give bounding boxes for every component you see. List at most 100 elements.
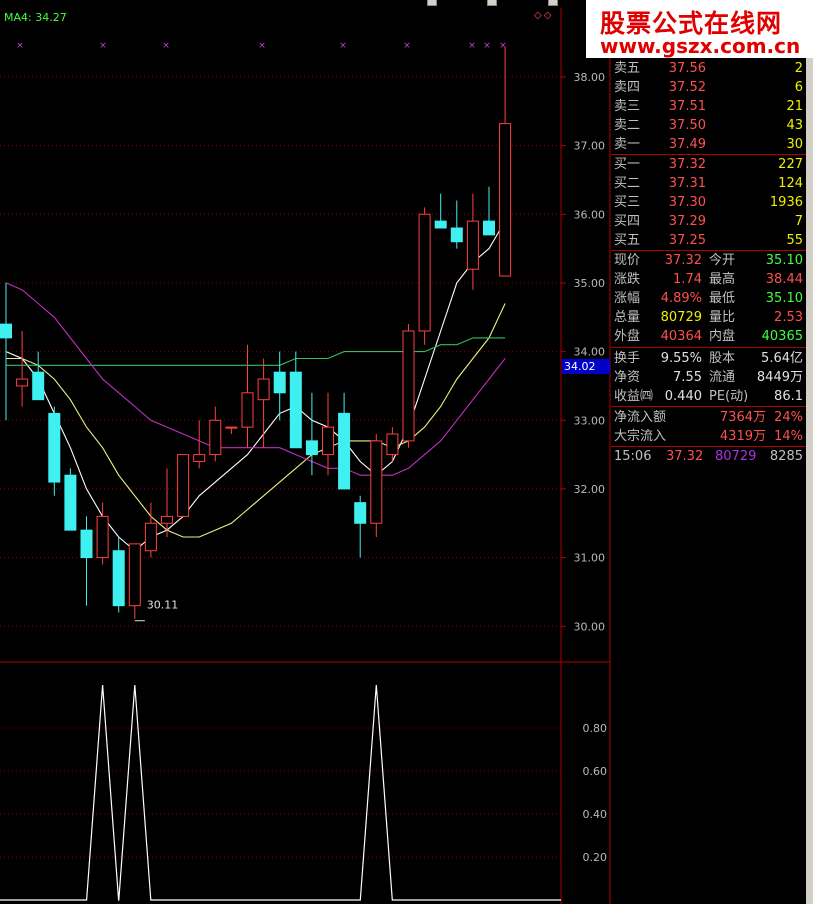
candle-body-up (128, 543, 141, 607)
stat-label: 现价 (614, 253, 641, 268)
title-bar (0, 0, 612, 8)
candle-body-up (466, 220, 479, 270)
stat-value-2: 2.53 (774, 310, 803, 325)
ask-row: 卖一 37.49 30 (611, 135, 806, 154)
right-scrollbar[interactable] (806, 58, 813, 904)
signal-marker: × (403, 41, 411, 51)
ask-price: 37.52 (668, 80, 706, 95)
fundamental-value-2: 5.64亿 (761, 351, 803, 366)
candle-body-up (322, 426, 334, 456)
toolbar-button-1[interactable] (427, 0, 437, 6)
flow-label: 大宗流入 (614, 429, 667, 444)
toolbar-button-3[interactable] (548, 0, 558, 6)
candle-body-down (434, 220, 447, 229)
bid-row: 买一 37.32 227 (611, 155, 806, 174)
ask-volume: 21 (786, 99, 803, 114)
ask-volume: 6 (794, 80, 803, 95)
flow-row: 大宗流入 4319万 14% (611, 427, 806, 446)
candle-body-up (402, 330, 415, 442)
flow-value: 7364万 (719, 410, 766, 425)
stat-label-2: 今开 (709, 253, 736, 268)
price-axis-label: 37.00 (574, 140, 606, 153)
signal-axis-label: 0.20 (583, 851, 608, 864)
toolbar-button-2[interactable] (487, 0, 497, 6)
candle-body-up (177, 454, 190, 517)
candle-body-up (499, 123, 512, 277)
bid-price: 37.32 (668, 157, 706, 172)
fundamental-row: 净资 7.55 流通 8449万 (611, 368, 806, 387)
stat-value-2: 40365 (761, 329, 803, 344)
candle-body-up (161, 515, 173, 524)
stat-value: 80729 (660, 310, 702, 325)
candle-body-down (338, 412, 351, 490)
candle-body-down (273, 371, 286, 394)
candle-body-down (354, 502, 367, 524)
price-axis-label: 36.00 (574, 208, 606, 221)
tick-row: 15:06 37.32 80729 8285 (611, 447, 806, 466)
bid-label: 买二 (614, 176, 641, 191)
flow-row: 净流入额 7364万 24% (611, 408, 806, 427)
stat-value: 40364 (660, 329, 702, 344)
bid-row: 买五 37.25 55 (611, 231, 806, 250)
fundamental-label: 收益㈣ (614, 389, 654, 404)
chart-options-icon[interactable]: ◇◇ (534, 10, 553, 21)
stat-value-2: 35.10 (765, 291, 803, 306)
stat-value: 4.89% (660, 291, 702, 306)
flow-percent: 14% (774, 429, 803, 444)
ask-price: 37.49 (668, 137, 706, 152)
bid-volume: 55 (786, 233, 803, 248)
price-axis-label: 35.00 (574, 277, 606, 290)
candle-body-down (80, 529, 93, 559)
candle-body-down (289, 371, 302, 449)
price-axis-label: 32.00 (574, 483, 606, 496)
bid-label: 买四 (614, 214, 641, 229)
bid-row: 买四 37.29 7 (611, 212, 806, 231)
bid-price: 37.31 (668, 176, 706, 191)
stat-value-2: 38.44 (765, 272, 803, 287)
signal-marker: × (499, 41, 507, 51)
bid-price: 37.30 (668, 195, 706, 210)
bid-price: 37.29 (668, 214, 706, 229)
bid-price: 37.25 (668, 233, 706, 248)
candle-body-up (96, 515, 109, 559)
fundamental-value: 9.55% (660, 351, 702, 366)
ask-label: 卖一 (614, 137, 641, 152)
candle-body-up (386, 433, 399, 456)
price-axis-label: 38.00 (574, 71, 606, 84)
candle-body-down (112, 550, 125, 607)
price-axis-label: 30.00 (574, 620, 606, 633)
bid-row: 买三 37.30 1936 (611, 193, 806, 212)
ask-volume: 30 (786, 137, 803, 152)
ask-label: 卖三 (614, 99, 641, 114)
candle-body-down (64, 474, 77, 531)
ask-price: 37.50 (668, 118, 706, 133)
stat-label-2: 最高 (709, 272, 736, 287)
stat-label-2: 量比 (709, 310, 736, 325)
ask-row: 卖四 37.52 6 (611, 78, 806, 97)
ask-row: 卖二 37.50 43 (611, 116, 806, 135)
candle-body-down (305, 440, 318, 456)
fundamental-value: 0.440 (664, 389, 702, 404)
signal-marker: × (16, 41, 24, 51)
fundamental-row: 收益㈣ 0.440 PE(动) 86.1 (611, 387, 806, 406)
signal-marker: × (468, 41, 476, 51)
candle-body-up (257, 378, 270, 401)
candle-body-up (241, 392, 254, 428)
current-price-tag: 34.02 (562, 359, 610, 374)
tick-count: 8285 (769, 449, 803, 464)
ask-row: 卖五 37.56 2 (611, 59, 806, 78)
bid-volume: 1936 (769, 195, 803, 210)
stat-label: 外盘 (614, 329, 641, 344)
candle-body-down (48, 412, 61, 483)
panel-divider (611, 347, 806, 348)
panel-divider (611, 406, 806, 407)
watermark-url: www.gszx.com.cn (600, 34, 801, 58)
signal-axis-label: 0.40 (583, 808, 608, 821)
signal-axis-label: 0.60 (583, 765, 608, 778)
ma4-indicator-label: MA4: 34.27 (4, 11, 67, 24)
stat-row: 涨幅 4.89% 最低 35.10 (611, 289, 806, 308)
signal-axis-label: 0.80 (583, 722, 608, 735)
candle-body-down (32, 371, 45, 401)
stat-row: 现价 37.32 今开 35.10 (611, 251, 806, 270)
signal-marker: × (258, 41, 266, 51)
